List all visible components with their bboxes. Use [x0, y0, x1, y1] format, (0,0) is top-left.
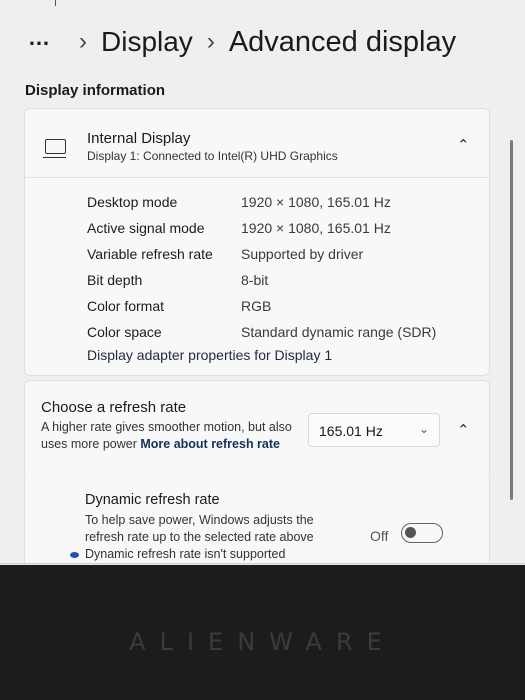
info-label: Active signal mode: [87, 220, 205, 236]
info-value: Supported by driver: [241, 246, 364, 262]
taskbar: [0, 563, 525, 565]
chevron-down-icon: ⌄: [418, 422, 429, 436]
window-edge: [55, 0, 76, 6]
info-value: 8-bit: [241, 272, 269, 288]
display-info-card: Internal Display Display 1: Connected to…: [24, 108, 490, 376]
unsupported-notice: Dynamic refresh rate isn't supported: [69, 547, 286, 561]
breadcrumb-overflow-button[interactable]: …: [28, 25, 51, 51]
info-row: Bit depth 8-bit: [87, 267, 436, 293]
info-label: Color format: [87, 298, 165, 314]
chevron-right-icon: ›: [79, 28, 87, 55]
info-label: Bit depth: [87, 272, 143, 288]
chevron-up-icon[interactable]: ⌃: [457, 421, 470, 439]
refresh-rate-dropdown[interactable]: 165.01 Hz ⌄: [308, 413, 440, 447]
display-info-header[interactable]: Internal Display Display 1: Connected to…: [25, 109, 489, 178]
info-row: Active signal mode 1920 × 1080, 165.01 H…: [87, 215, 436, 241]
info-row: Variable refresh rate Supported by drive…: [87, 241, 436, 267]
toggle-state-label: Off: [370, 528, 389, 544]
info-label: Variable refresh rate: [87, 246, 213, 262]
page-title: Advanced display: [228, 25, 457, 58]
chevron-up-icon[interactable]: ⌃: [457, 136, 470, 154]
info-value: 1920 × 1080, 165.01 Hz: [241, 220, 391, 236]
section-heading: Display information: [25, 82, 166, 99]
info-label: Desktop mode: [87, 194, 178, 210]
info-row: Color space Standard dynamic range (SDR): [87, 319, 436, 345]
refresh-rate-selected: 165.01 Hz: [319, 423, 383, 439]
more-about-refresh-rate-link[interactable]: More about refresh rate: [140, 437, 280, 451]
info-label: Color space: [87, 324, 162, 340]
display-adapter-properties-link[interactable]: Display adapter properties for Display 1: [87, 347, 332, 363]
breadcrumb-display-link[interactable]: Display: [101, 26, 193, 58]
dynamic-refresh-title: Dynamic refresh rate: [85, 492, 220, 508]
info-row: Desktop mode 1920 × 1080, 165.01 Hz: [87, 189, 436, 215]
info-row: Color format RGB: [87, 293, 436, 319]
monitor-icon: [43, 139, 66, 158]
chevron-right-icon: ›: [206, 28, 215, 55]
scrollbar[interactable]: [510, 140, 513, 500]
dynamic-refresh-description: To help save power, Windows adjusts the …: [85, 513, 314, 544]
breadcrumb: … › Display › Advanced display: [28, 22, 456, 62]
dynamic-refresh-card: Dynamic refresh rate To help save power,…: [24, 478, 490, 565]
refresh-rate-description: A higher rate gives smoother motion, but…: [41, 419, 296, 453]
settings-window: … › Display › Advanced display Display i…: [0, 0, 525, 565]
display-name: Internal Display: [87, 130, 191, 147]
refresh-rate-title: Choose a refresh rate: [41, 399, 187, 416]
display-info-list: Desktop mode 1920 × 1080, 165.01 Hz Acti…: [87, 189, 436, 345]
info-value: RGB: [241, 298, 272, 314]
bezel-brand-logo: ALIENWARE: [129, 628, 396, 656]
display-connection: Display 1: Connected to Intel(R) UHD Gra…: [87, 149, 338, 163]
refresh-rate-card: Choose a refresh rate A higher rate give…: [24, 380, 490, 480]
info-value: 1920 × 1080, 165.01 Hz: [241, 194, 391, 210]
toggle-knob: [405, 527, 416, 538]
dynamic-refresh-toggle[interactable]: [401, 523, 443, 543]
info-value: Standard dynamic range (SDR): [241, 324, 437, 340]
